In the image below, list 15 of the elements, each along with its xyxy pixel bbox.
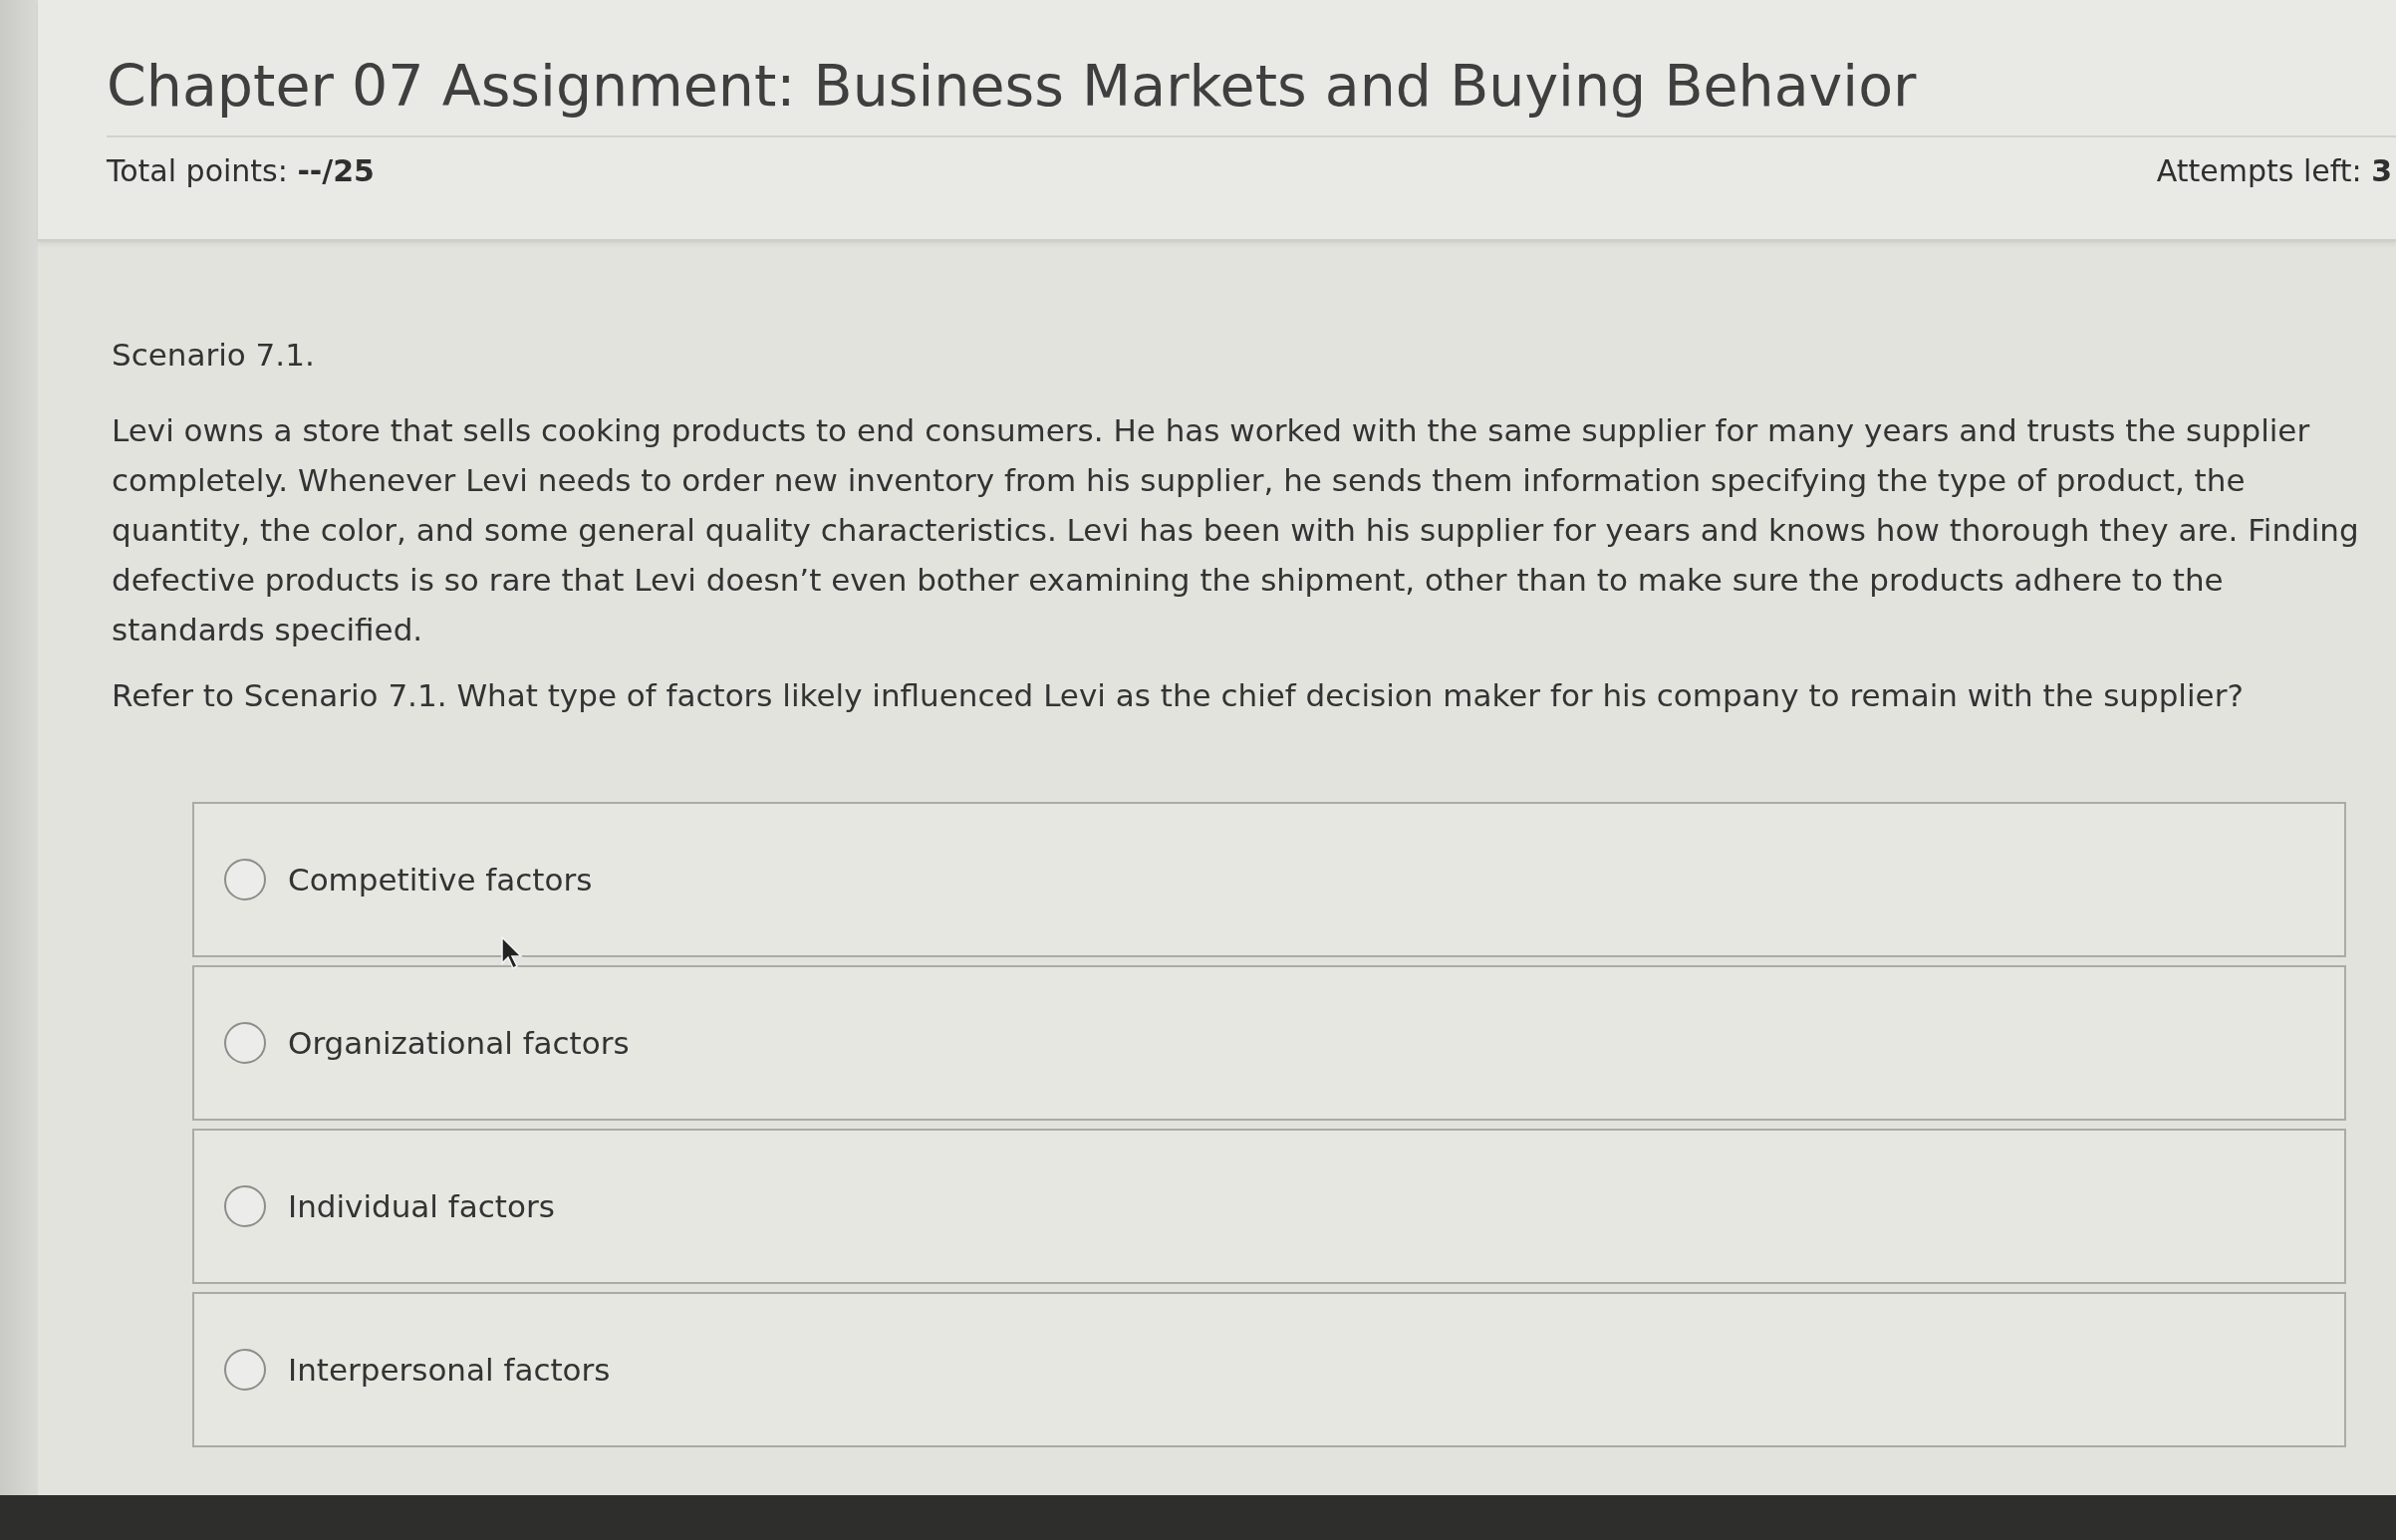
answer-option[interactable]: Competitive factors xyxy=(192,802,2346,957)
answer-option[interactable]: Interpersonal factors xyxy=(192,1292,2346,1447)
question-prompt: Refer to Scenario 7.1. What type of factors likely influenced Levi as the chief decision maker for his company to remain with the supplier? xyxy=(112,676,2245,715)
attempts-left: Attempts left: 3 xyxy=(2156,153,2392,188)
answer-option[interactable]: Organizational factors xyxy=(192,965,2346,1121)
scenario-title: Scenario 7.1. xyxy=(112,336,316,375)
total-points: Total points: --/25 xyxy=(107,153,375,188)
radio-button[interactable] xyxy=(224,1185,266,1227)
radio-button[interactable] xyxy=(224,1022,266,1064)
radio-button[interactable] xyxy=(224,859,266,900)
assignment-title: Chapter 07 Assignment: Business Markets and Buying Behavior xyxy=(107,52,1918,121)
scenario-text: Levi owns a store that sells cooking products to end consumers. He has worked with the same supplier for many years and trusts the supplier completely. Whenever Levi needs to order new inventory from his supplier, he sends them information specifying the type of product, the quantity, the color, and some general quality characteristics. Levi has been with his supplier for years and knows how thorough they are. Finding defective products is so rare that Levi doesn’t even bother examining the shipment, other than to make sure the products adhere to the standards specified. xyxy=(112,411,2360,649)
radio-button[interactable] xyxy=(224,1349,266,1391)
mouse-pointer-icon xyxy=(501,936,523,970)
answer-option[interactable]: Individual factors xyxy=(192,1129,2346,1284)
